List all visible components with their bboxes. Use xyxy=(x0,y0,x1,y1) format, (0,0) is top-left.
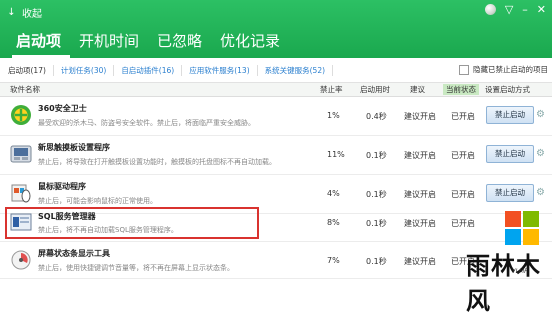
main-tabs: 启动项 开机时间 已忽略 优化记录 xyxy=(16,30,280,55)
360-shield-icon xyxy=(11,105,31,125)
tab-optimize-log[interactable]: 优化记录 xyxy=(220,30,280,55)
row-suggest: 建议开启 xyxy=(404,151,436,160)
row-title: 鼠标驱动程序 xyxy=(38,182,86,191)
arrow-down-icon: ↓ xyxy=(7,7,16,18)
col-suggest: 建议 xyxy=(410,85,425,94)
col-status[interactable]: 当前状态 xyxy=(443,84,479,95)
collapse-label: 收起 xyxy=(22,9,42,20)
row-rate: 1% xyxy=(327,111,340,120)
row-suggest: 建议开启 xyxy=(404,257,436,266)
disable-startup-button[interactable]: 禁止启动 xyxy=(486,145,534,163)
touchpad-icon xyxy=(10,145,32,163)
row-time: 0.1秒 xyxy=(366,219,387,228)
disable-startup-button[interactable]: 禁止启动 xyxy=(486,184,534,202)
row-status: 已开启 xyxy=(451,190,475,199)
screen-status-icon xyxy=(11,250,31,270)
hide-disabled-toggle[interactable]: 隐藏已禁止启动的项目 xyxy=(459,64,548,75)
row-rate: 8% xyxy=(327,218,340,227)
tab-startup[interactable]: 启动项 xyxy=(16,30,61,55)
menu-icon[interactable]: ▽ xyxy=(505,3,513,16)
row-desc: 禁止后，将导致在打开触摸板设置功能时，触摸板的托盘图标不再自动加载。 xyxy=(38,158,276,166)
row-title: 屏幕状态条显示工具 xyxy=(38,249,110,258)
skin-icon[interactable] xyxy=(484,4,496,15)
filter-plugins[interactable]: 自启动插件(16) xyxy=(114,64,183,76)
col-time: 启动用时 xyxy=(360,85,390,94)
table-header: 软件名称 禁止率 启动用时 建议 当前状态 设置启动方式 xyxy=(0,83,552,97)
row-rate: 11% xyxy=(327,150,345,159)
filter-startup[interactable]: 启动项(17) xyxy=(0,64,54,76)
hide-disabled-label: 隐藏已禁止启动的项目 xyxy=(473,65,548,74)
watermark-sub: YLMF xyxy=(512,268,528,275)
mouse-driver-icon xyxy=(11,184,31,203)
row-desc: 禁止后，可能会影响鼠标的正常使用。 xyxy=(38,197,157,205)
windows-logo-icon xyxy=(505,211,539,245)
row-status: 已开启 xyxy=(451,219,475,228)
row-time: 0.1秒 xyxy=(366,151,387,160)
col-rate: 禁止率 xyxy=(320,85,343,94)
tab-ignored[interactable]: 已忽略 xyxy=(157,30,202,55)
filter-scheduled-tasks[interactable]: 计划任务(30) xyxy=(54,64,115,76)
row-suggest: 建议开启 xyxy=(404,190,436,199)
row-status: 已开启 xyxy=(451,151,475,160)
filter-system-services[interactable]: 系统关键服务(52) xyxy=(258,64,334,76)
app-header: ↓ 收起 ▽ – ✕ 启动项 开机时间 已忽略 优化记录 xyxy=(0,0,552,58)
collapse-button[interactable]: ↓ 收起 xyxy=(6,5,42,20)
row-title: 360安全卫士 xyxy=(38,104,87,113)
table-row[interactable]: 360安全卫士 最受欢迎的杀木马、防盗号安全软件。禁止后，将面临严重安全威胁。 … xyxy=(0,97,552,136)
close-icon[interactable]: ✕ xyxy=(537,3,546,16)
minimize-icon[interactable]: – xyxy=(522,3,528,16)
watermark-text: 雨林木风 xyxy=(466,252,541,315)
disable-startup-button[interactable]: 禁止启动 xyxy=(486,106,534,124)
gear-icon[interactable]: ⚙ xyxy=(536,148,545,159)
gear-icon[interactable]: ⚙ xyxy=(536,109,545,120)
col-name: 软件名称 xyxy=(10,85,40,94)
col-mode: 设置启动方式 xyxy=(485,85,530,94)
row-rate: 7% xyxy=(327,256,340,265)
table-row[interactable]: 新思触摸板设置程序 禁止后，将导致在打开触摸板设置功能时，触摸板的托盘图标不再自… xyxy=(0,136,552,175)
row-time: 0.1秒 xyxy=(366,190,387,199)
row-desc: 禁止后，使用快捷键调节音量等，将不再在屏幕上显示状态条。 xyxy=(38,264,234,272)
gear-icon[interactable]: ⚙ xyxy=(536,187,545,198)
row-suggest: 建议开启 xyxy=(404,219,436,228)
row-rate: 4% xyxy=(327,189,340,198)
hide-disabled-checkbox[interactable] xyxy=(459,64,469,75)
tab-boot-time[interactable]: 开机时间 xyxy=(79,30,139,55)
row-time: 0.4秒 xyxy=(366,112,387,121)
row-suggest: 建议开启 xyxy=(404,112,436,121)
highlight-box xyxy=(5,207,259,239)
filter-app-services[interactable]: 应用软件服务(13) xyxy=(182,64,258,76)
row-title: 新思触摸板设置程序 xyxy=(38,143,110,152)
row-time: 0.1秒 xyxy=(366,257,387,266)
row-desc: 最受欢迎的杀木马、防盗号安全软件。禁止后，将面临严重安全威胁。 xyxy=(38,119,255,127)
row-status: 已开启 xyxy=(451,112,475,121)
filter-bar: 启动项(17) 计划任务(30) 自启动插件(16) 应用软件服务(13) 系统… xyxy=(0,58,552,83)
window-controls: ▽ – ✕ xyxy=(484,3,546,16)
